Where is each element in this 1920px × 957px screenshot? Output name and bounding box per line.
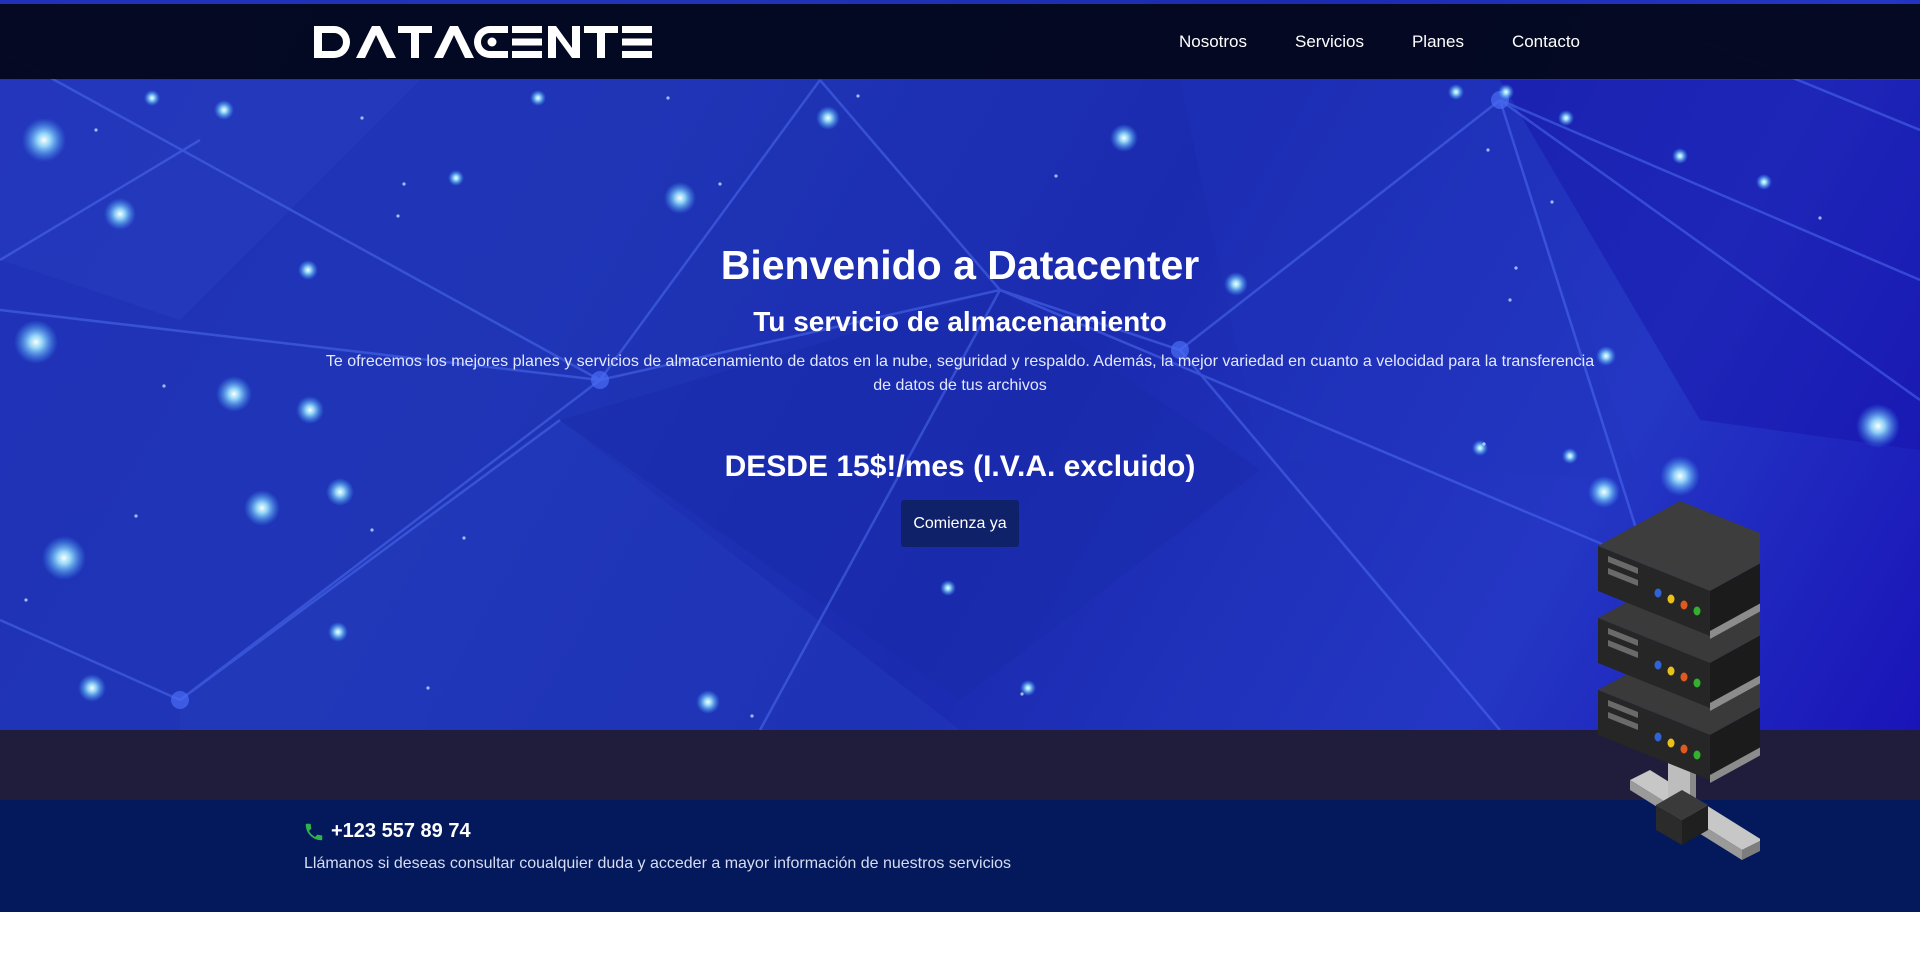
price-tagline: DESDE 15$!/mes (I.V.A. excluido) [724,450,1196,483]
hero-title: Bienvenido a Datacenter [720,242,1200,288]
brand-logo[interactable] [314,24,654,65]
phone-number[interactable]: +123 557 89 74 [331,820,471,843]
phone-row: +123 557 89 74 [303,820,471,843]
nav-link-nosotros[interactable]: Nosotros [1179,32,1247,52]
nav-link-planes[interactable]: Planes [1412,32,1464,52]
hero-description: Te ofrecemos los mejores planes y servic… [325,353,1595,394]
datacenter-logo-icon [314,26,652,58]
navbar: Nosotros Servicios Planes Contacto [0,4,1920,79]
phone-icon [305,823,323,840]
nav-link-servicios[interactable]: Servicios [1295,32,1364,52]
contact-note: Llámanos si deseas consultar coualquier … [304,855,1012,872]
nav-menu: Nosotros Servicios Planes Contacto [1179,4,1580,79]
hero-subtitle: Tu servicio de almacenamiento [753,306,1167,337]
cta-button[interactable]: Comienza ya [901,500,1019,547]
nav-link-contacto[interactable]: Contacto [1512,32,1580,52]
server-rack-illustration [1598,501,1760,860]
